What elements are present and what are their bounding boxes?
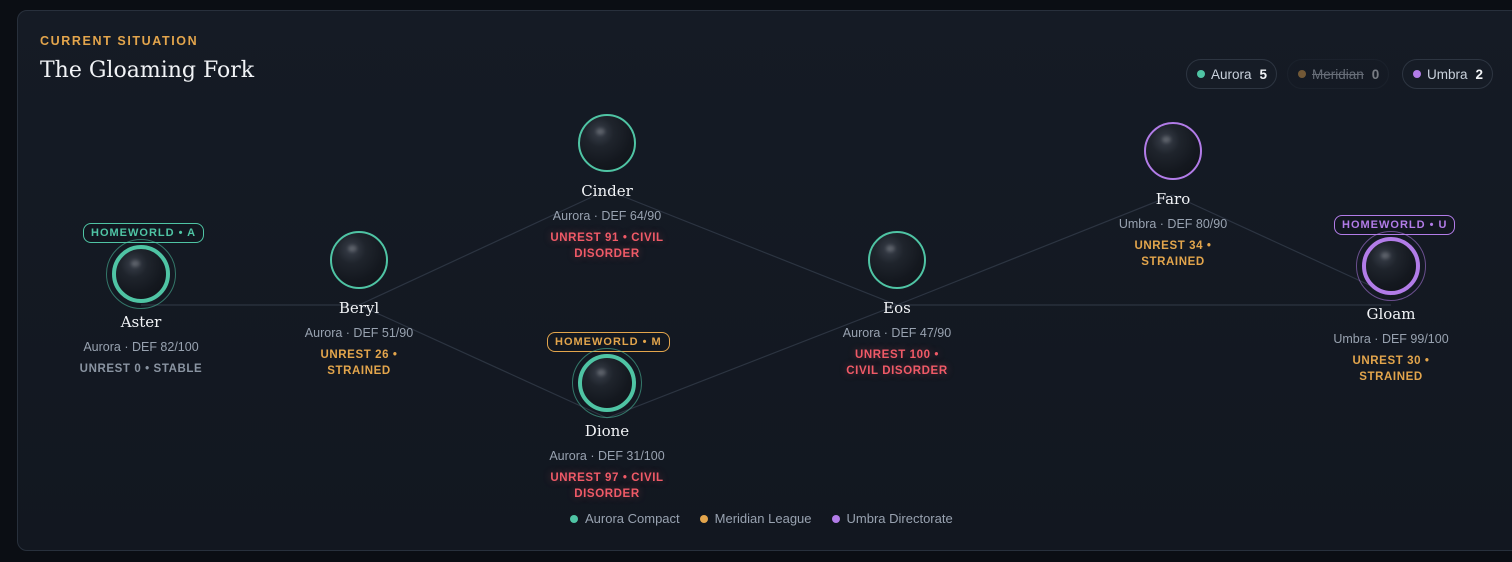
legend-label: Meridian League — [714, 511, 812, 526]
planet-unrest: UNREST 0 • STABLE — [79, 363, 203, 375]
planet-name: Aster — [120, 313, 162, 331]
legend-item-umbra: Umbra Directorate — [831, 511, 953, 526]
legend-dot-icon — [570, 514, 578, 523]
planet-orb-icon[interactable] — [578, 114, 636, 172]
planet-name: Gloam — [1366, 305, 1416, 323]
legend-dot-icon — [831, 514, 840, 523]
planet-meta: Aurora · DEF 47/90 — [842, 326, 952, 340]
planet-unrest: UNREST 30 • STRAINED — [1352, 355, 1430, 383]
hyperlane-map — [141, 189, 1392, 419]
planet-name: Faro — [1155, 190, 1191, 208]
faction-legend: Aurora Compact Meridian League Umbra Dir… — [570, 511, 953, 526]
planet-meta: Umbra · DEF 80/90 — [1118, 217, 1228, 231]
planet-meta: Umbra · DEF 99/100 — [1333, 332, 1449, 346]
planet-name: Eos — [883, 299, 911, 317]
legend-item-aurora: Aurora Compact — [570, 511, 680, 526]
planet-meta: Aurora · DEF 31/100 — [549, 449, 665, 463]
planet-unrest: UNREST 26 • STRAINED — [320, 349, 398, 377]
planet-name: Beryl — [338, 299, 380, 317]
planet-orb-icon[interactable] — [1362, 237, 1420, 295]
planet-name: Cinder — [581, 182, 633, 200]
legend-label: Aurora Compact — [585, 511, 680, 526]
planet-orb-icon[interactable] — [868, 231, 926, 289]
planet-unrest: UNREST 34 • STRAINED — [1134, 240, 1212, 268]
legend-item-meridian: Meridian League — [699, 511, 812, 526]
legend-dot-icon — [699, 514, 708, 523]
planet-orb-icon[interactable] — [112, 245, 170, 303]
planet-orb-icon[interactable] — [330, 231, 388, 289]
planet-unrest: UNREST 97 • CIVIL DISORDER — [550, 472, 664, 500]
planet-name: Dione — [584, 422, 630, 440]
planet-meta: Aurora · DEF 51/90 — [304, 326, 414, 340]
legend-label: Umbra Directorate — [846, 511, 953, 526]
planet-orb-icon[interactable] — [578, 354, 636, 412]
planet-meta: Aurora · DEF 64/90 — [552, 209, 662, 223]
planet-meta: Aurora · DEF 82/100 — [83, 340, 199, 354]
planet-unrest: UNREST 100 • CIVIL DISORDER — [846, 349, 948, 377]
planet-orb-icon[interactable] — [1144, 122, 1202, 180]
planet-unrest: UNREST 91 • CIVIL DISORDER — [550, 232, 664, 260]
